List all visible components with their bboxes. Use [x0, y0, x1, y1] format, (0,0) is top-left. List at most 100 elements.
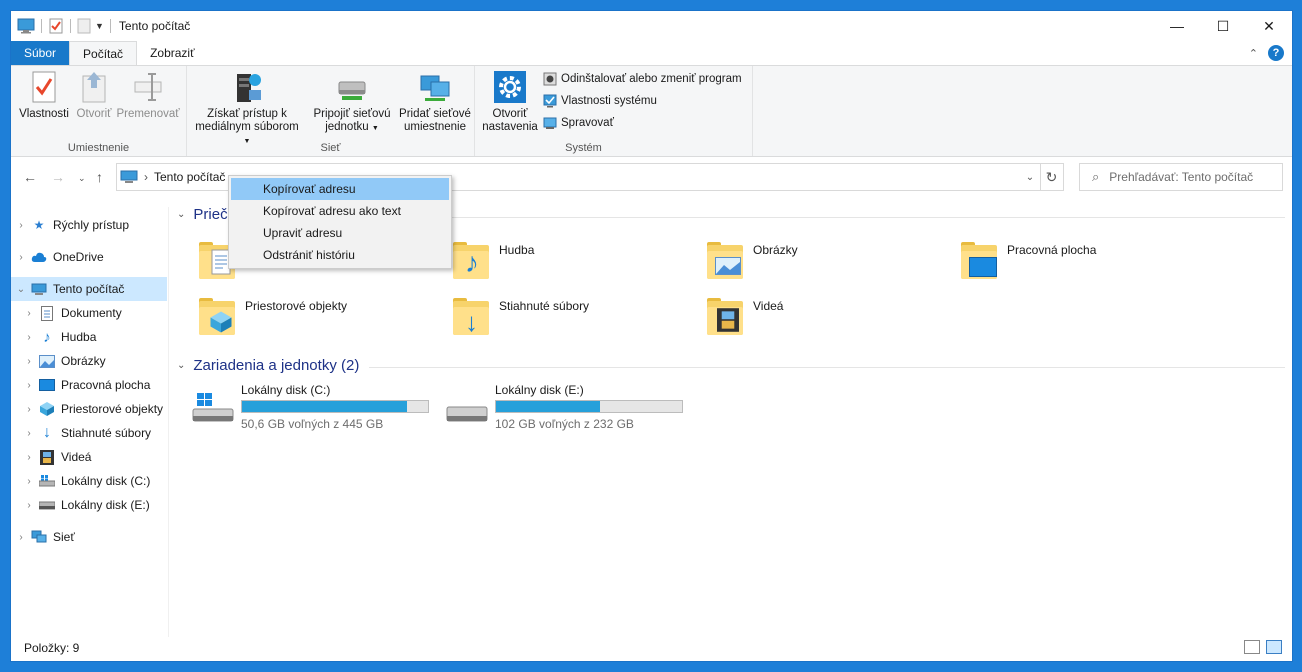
maximize-button[interactable]: ☐ [1200, 11, 1246, 41]
folder-tile-music[interactable]: ♪ Hudba [449, 239, 534, 283]
back-arrow-icon[interactable]: ← [23, 169, 37, 185]
folders-section-header[interactable]: ⌄ Prieči [177, 206, 231, 223]
navigation-row: ← → ⌄ ↑ › Tento počítač ⌄ ↻ ⌕ Prehľadáva… [11, 161, 1292, 193]
expand-chevron-icon[interactable]: › [11, 532, 31, 543]
expand-chevron-icon[interactable]: › [19, 380, 39, 391]
sidebar-item-drive-c[interactable]: › Lokálny disk (C:) [19, 469, 150, 493]
sidebar-item-videos[interactable]: › Videá [19, 445, 91, 469]
expand-chevron-icon[interactable]: › [19, 500, 39, 511]
system-properties-icon [543, 94, 557, 108]
folder-label: Hudba [499, 243, 535, 257]
sidebar-item-network[interactable]: › Sieť [11, 525, 167, 549]
menu-item-delete-history[interactable]: Odstrániť históriu [231, 244, 449, 266]
properties-button[interactable]: Vlastnosti [17, 70, 71, 121]
map-drive-label-2: jednotku [325, 121, 369, 133]
refresh-button[interactable]: ↻ [1040, 163, 1064, 191]
recent-locations-chevron-icon[interactable]: ⌄ [78, 173, 86, 184]
sidebar-label: Rýchly prístup [53, 218, 130, 232]
collapse-ribbon-icon[interactable]: ⌃ [1249, 47, 1258, 60]
sidebar-item-this-pc[interactable]: ⌄ Tento počítač [11, 277, 167, 301]
up-arrow-icon[interactable]: ↑ [96, 169, 103, 185]
address-path[interactable]: Tento počítač [154, 170, 225, 184]
drives-section-header[interactable]: ⌄ Zariadenia a jednotky (2) [177, 357, 359, 374]
open-settings-button[interactable]: Otvoriť nastavenia [479, 70, 541, 134]
download-arrow-icon: ↓ [43, 424, 51, 441]
expand-chevron-icon[interactable]: › [19, 452, 39, 463]
computer-icon [31, 281, 47, 297]
sidebar-label: Priestorové objekty [61, 402, 164, 416]
new-folder-qat-icon[interactable] [77, 18, 91, 34]
tab-view[interactable]: Zobraziť [137, 41, 208, 65]
details-view-icon[interactable] [1244, 640, 1260, 654]
group-system-label: Systém [565, 142, 602, 154]
tab-file[interactable]: Súbor [11, 41, 70, 65]
sidebar-item-music[interactable]: › ♪ Hudba [19, 325, 96, 349]
folder-tile-desktop[interactable]: Pracovná plocha [957, 239, 1096, 283]
drive-tile-e[interactable]: Lokálny disk (E:) 102 GB voľných z 232 G… [445, 383, 683, 431]
properties-qat-icon[interactable] [48, 18, 64, 34]
add-network-location-button[interactable]: Pridať sieťové umiestnenie [399, 70, 471, 134]
sidebar-item-pictures[interactable]: › Obrázky [19, 349, 105, 373]
expand-chevron-icon[interactable]: › [11, 220, 31, 231]
expand-chevron-icon[interactable]: › [19, 356, 39, 367]
folder-tile-videos[interactable]: Videá [703, 295, 783, 339]
sidebar-item-3d-objects[interactable]: › Priestorové objekty [19, 397, 163, 421]
media-server-icon [231, 70, 263, 104]
collapse-chevron-icon[interactable]: ⌄ [11, 284, 31, 295]
network-location-icon [419, 70, 451, 104]
expand-chevron-icon[interactable]: › [19, 428, 39, 439]
sidebar-item-desktop[interactable]: › Pracovná plocha [19, 373, 150, 397]
minimize-button[interactable]: — [1154, 11, 1200, 41]
tab-computer[interactable]: Počítač [69, 41, 138, 65]
menu-item-copy-address-as-text[interactable]: Kopírovať adresu ako text [231, 200, 449, 222]
drive-free-space: 50,6 GB voľných z 445 GB [241, 417, 384, 431]
content-pane: ⌄ Prieči ♪ Hudba Obrázky Pracovná plocha… [171, 206, 1286, 637]
menu-item-edit-address[interactable]: Upraviť adresu [231, 222, 449, 244]
cloud-icon [31, 249, 47, 265]
manage-button[interactable]: Spravovať [543, 116, 614, 130]
forward-arrow-icon[interactable]: → [51, 169, 65, 185]
qat-dropdown-icon[interactable]: ▼ [95, 21, 104, 31]
collapse-chevron-icon[interactable]: ⌄ [177, 209, 185, 220]
sidebar-item-quick-access[interactable]: › ★ Rýchly prístup [11, 213, 167, 237]
drive-icon [39, 497, 55, 513]
rename-button[interactable]: Premenovať [115, 70, 181, 121]
music-folder-icon: ♪ [449, 239, 493, 283]
map-network-drive-button[interactable]: Pripojiť sieťovú jednotku ▼ [309, 70, 395, 135]
help-icon[interactable]: ? [1268, 45, 1284, 61]
folder-tile-downloads[interactable]: ↓ Stiahnuté súbory [449, 295, 589, 339]
uninstall-program-button[interactable]: Odinštalovať alebo zmeniť program [543, 72, 742, 86]
access-media-button[interactable]: Získať prístup k mediálnym súborom ▼ [193, 70, 301, 148]
open-button[interactable]: Otvoriť [71, 70, 117, 121]
expand-chevron-icon[interactable]: › [19, 332, 39, 343]
properties-label: Vlastnosti [19, 108, 69, 120]
rename-label: Premenovať [116, 108, 180, 120]
address-dropdown-icon[interactable]: ⌄ [1020, 164, 1040, 190]
sidebar-item-onedrive[interactable]: › OneDrive [11, 245, 167, 269]
menu-item-copy-address[interactable]: Kopírovať adresu [231, 178, 449, 200]
title-bar: ▼ Tento počítač — ☐ ✕ [11, 11, 1292, 41]
address-context-menu: Kopírovať adresu Kopírovať adresu ako te… [228, 175, 452, 269]
expand-chevron-icon[interactable]: › [11, 252, 31, 263]
system-properties-button[interactable]: Vlastnosti systému [543, 94, 657, 108]
sidebar-item-downloads[interactable]: › ↓ Stiahnuté súbory [19, 421, 151, 445]
star-icon: ★ [33, 218, 45, 232]
sidebar-label: Hudba [61, 330, 97, 344]
status-bar: Položky: 9 [11, 635, 1292, 661]
breadcrumb-chevron-icon[interactable]: › [144, 170, 148, 184]
drive-tile-c[interactable]: Lokálny disk (C:) 50,6 GB voľných z 445 … [191, 383, 429, 431]
sidebar-item-documents[interactable]: › Dokumenty [19, 301, 122, 325]
sidebar-item-drive-e[interactable]: › Lokálny disk (E:) [19, 493, 149, 517]
collapse-chevron-icon[interactable]: ⌄ [177, 360, 185, 371]
access-media-label-2: mediálnym súborom [195, 121, 299, 133]
add-location-label-2: umiestnenie [403, 121, 466, 133]
folder-tile-pictures[interactable]: Obrázky [703, 239, 798, 283]
large-icons-view-icon[interactable] [1266, 640, 1282, 654]
folder-tile-3d-objects[interactable]: Priestorové objekty [195, 295, 347, 339]
expand-chevron-icon[interactable]: › [19, 404, 39, 415]
close-button[interactable]: ✕ [1246, 11, 1292, 41]
expand-chevron-icon[interactable]: › [19, 476, 39, 487]
search-input[interactable]: ⌕ Prehľadávať: Tento počítač [1079, 163, 1283, 191]
expand-chevron-icon[interactable]: › [19, 308, 39, 319]
network-drive-icon [336, 70, 368, 104]
